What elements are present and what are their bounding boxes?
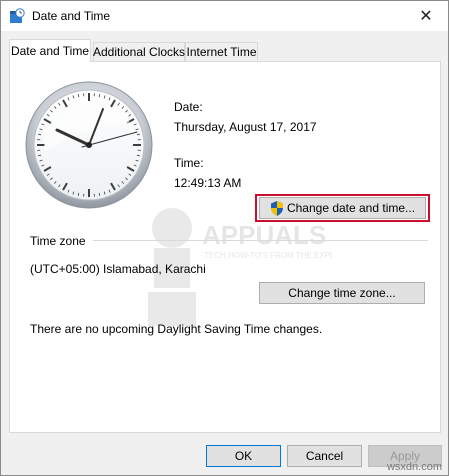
cancel-button[interactable]: Cancel (287, 445, 362, 467)
uac-shield-icon (270, 200, 283, 216)
watermark-brand: APPUALS (202, 220, 326, 250)
change-date-time-button[interactable]: Change date and time... (259, 197, 426, 219)
window-title: Date and Time (32, 9, 111, 23)
dst-message: There are no upcoming Daylight Saving Ti… (30, 322, 323, 336)
site-watermark: wsxdn.com (386, 461, 442, 473)
ok-button[interactable]: OK (206, 445, 281, 467)
change-time-zone-button[interactable]: Change time zone... (259, 282, 425, 304)
tab-label: Internet Time (186, 45, 257, 59)
analog-clock-icon (25, 81, 153, 209)
date-value: Thursday, August 17, 2017 (174, 120, 317, 134)
close-icon: ✕ (419, 8, 433, 25)
title-bar[interactable]: Date and Time ✕ (1, 1, 448, 31)
close-button[interactable]: ✕ (404, 1, 448, 31)
tab-strip: Date and Time Additional Clocks Internet… (9, 39, 441, 62)
time-value: 12:49:13 AM (174, 176, 242, 190)
time-zone-heading: Time zone (30, 234, 86, 248)
change-time-zone-label: Change time zone... (288, 286, 396, 300)
date-label: Date: (174, 100, 203, 114)
tab-date-and-time[interactable]: Date and Time (9, 39, 91, 62)
time-zone-divider (93, 240, 428, 241)
tab-panel: APPUALS TECH HOW-TO'S FROM THE EXPERTS! (9, 61, 441, 433)
cancel-label: Cancel (305, 449, 344, 463)
time-zone-value: (UTC+05:00) Islamabad, Karachi (30, 262, 206, 276)
ok-label: OK (234, 449, 253, 463)
date-time-app-icon (10, 8, 25, 23)
tab-label: Date and Time (10, 44, 90, 58)
tab-label: Additional Clocks (92, 45, 186, 59)
tab-internet-time[interactable]: Internet Time (185, 42, 258, 61)
tab-additional-clocks[interactable]: Additional Clocks (93, 42, 185, 61)
time-label: Time: (174, 156, 204, 170)
watermark-tagline: TECH HOW-TO'S FROM THE EXPERTS! (204, 251, 332, 260)
change-date-time-label: Change date and time... (286, 201, 416, 215)
date-time-dialog: Date and Time ✕ Date and Time Additional… (0, 0, 449, 476)
